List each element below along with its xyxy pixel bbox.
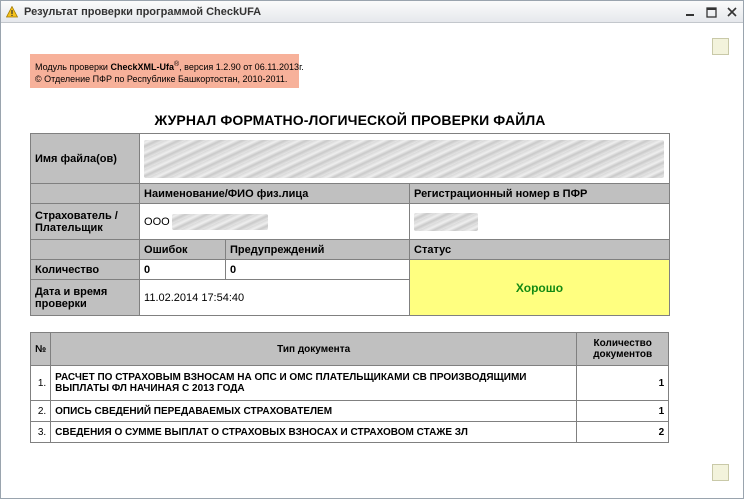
doc-count: 2 (576, 421, 670, 443)
product-name: CheckXML-Ufa (110, 62, 174, 72)
insurer-prefix: ООО (144, 215, 170, 228)
datetime-value: 11.02.2014 17:54:40 (139, 279, 410, 316)
doc-type: ОПИСЬ СВЕДЕНИЙ ПЕРЕДАВАЕМЫХ СТРАХОВАТЕЛЕ… (50, 400, 578, 422)
minimize-icon (685, 14, 694, 16)
doc-type-header: Тип документа (50, 332, 578, 366)
doc-count-header: Количество документов (576, 332, 670, 366)
close-button[interactable] (723, 4, 740, 20)
errors-header: Ошибок (139, 239, 227, 260)
table-row: 3. СВЕДЕНИЯ О СУММЕ ВЫПЛАТ О СТРАХОВЫХ В… (29, 421, 670, 443)
redacted-file-name (144, 139, 665, 178)
maximize-button[interactable] (703, 4, 720, 20)
status-header: Статус (409, 239, 670, 260)
status-value: Хорошо (409, 259, 670, 316)
result-window: Результат проверки программой CheckUFA М… (0, 0, 744, 499)
warning-triangle-icon (6, 6, 18, 18)
doc-count: 1 (576, 365, 670, 401)
documents-table: № Тип документа Количество документов 1.… (29, 332, 670, 443)
count-label: Количество (29, 259, 141, 280)
file-name-value (139, 133, 670, 184)
reg-number-header: Регистрационный номер в ПФР (409, 183, 670, 204)
redacted-insurer-name (171, 213, 268, 230)
num-header: № (29, 332, 52, 366)
module-info-line1: Модуль проверки CheckXML-Ufa®, версия 1.… (35, 61, 304, 72)
insurer-label: Страхователь / Плательщик (29, 203, 141, 240)
errors-count: 0 (139, 259, 227, 280)
table-row: 1. РАСЧЕТ ПО СТРАХОВЫМ ВЗНОСАМ НА ОПС И … (29, 365, 670, 401)
scroll-up-button[interactable] (712, 38, 729, 55)
row-number: 1. (29, 365, 52, 401)
doc-count: 1 (576, 400, 670, 422)
title-bar[interactable]: Результат проверки программой CheckUFA (1, 1, 743, 23)
doc-type: СВЕДЕНИЯ О СУММЕ ВЫПЛАТ О СТРАХОВЫХ ВЗНО… (50, 421, 578, 443)
window-title: Результат проверки программой CheckUFA (24, 6, 262, 18)
datetime-label: Дата и время проверки (29, 279, 141, 316)
warnings-header: Предупреждений (225, 239, 410, 260)
maximize-icon (706, 6, 717, 18)
warnings-count: 0 (225, 259, 410, 280)
row-number: 2. (29, 400, 52, 422)
file-info-table: Имя файла(ов) Наименование/ФИО физ.лица … (29, 133, 670, 316)
reg-number-value (409, 203, 670, 240)
minimize-button[interactable] (681, 4, 698, 20)
name-header: Наименование/ФИО физ.лица (139, 183, 410, 204)
module-info-box: Модуль проверки CheckXML-Ufa®, версия 1.… (30, 54, 304, 88)
doc-type: РАСЧЕТ ПО СТРАХОВЫМ ВЗНОСАМ НА ОПС И ОМС… (50, 365, 578, 401)
file-name-label: Имя файла(ов) (29, 133, 141, 184)
journal-title: ЖУРНАЛ ФОРМАТНО-ЛОГИЧЕСКОЙ ПРОВЕРКИ ФАЙЛ… (154, 112, 546, 128)
module-info-copyright: © Отделение ПФР по Республике Башкортост… (35, 74, 288, 84)
table-row: 2. ОПИСЬ СВЕДЕНИЙ ПЕРЕДАВАЕМЫХ СТРАХОВАТ… (29, 400, 670, 422)
insurer-name-value: ООО (139, 203, 410, 240)
close-icon (726, 7, 737, 17)
scroll-down-button[interactable] (712, 464, 729, 481)
row-number: 3. (29, 421, 52, 443)
redacted-reg-number (414, 212, 478, 231)
